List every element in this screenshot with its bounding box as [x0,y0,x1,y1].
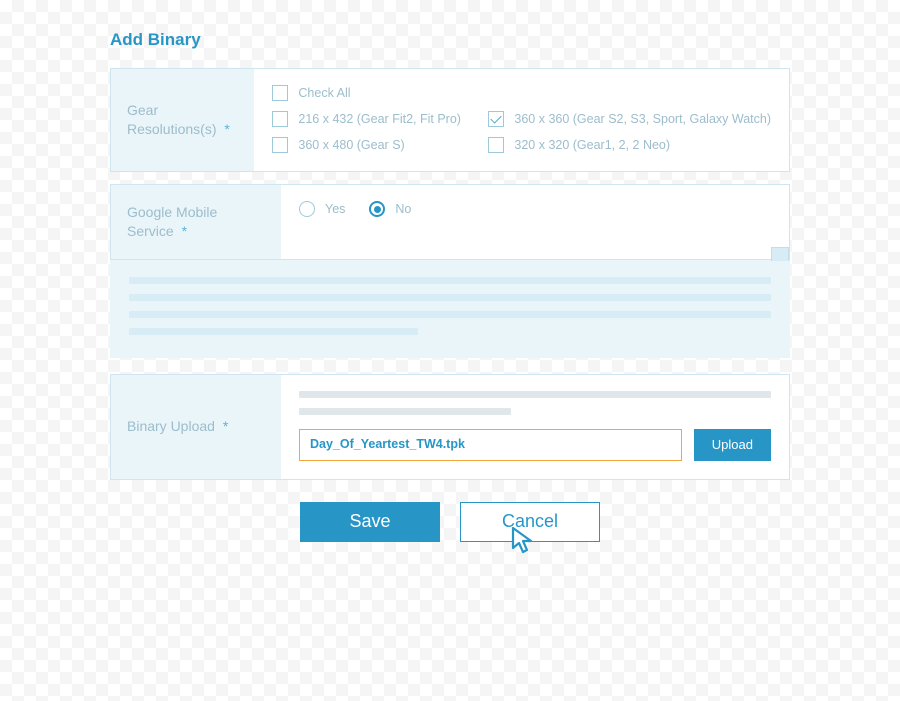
radio-gms-yes[interactable]: Yes [299,201,345,217]
label-gear-resolutions: Gear Resolutions(s) * [111,69,254,171]
panel-binary-upload: Binary Upload * Day_Of_Yeartest_TW4.tpk … [110,374,790,480]
checkbox-resolution-216x432[interactable]: 216 x 432 (Gear Fit2, Fit Pro) [272,111,472,127]
checkbox-label: 360 x 360 (Gear S2, S3, Sport, Galaxy Wa… [514,112,771,126]
label-binary-upload: Binary Upload * [111,375,281,479]
checkbox-icon [272,111,288,127]
panel-gear-resolutions: Gear Resolutions(s) * Check All 216 x 43… [110,68,790,172]
checkbox-icon [488,111,504,127]
checkbox-icon [488,137,504,153]
checkbox-resolution-360x360[interactable]: 360 x 360 (Gear S2, S3, Sport, Galaxy Wa… [488,111,771,127]
upload-button[interactable]: Upload [694,429,771,461]
radio-icon [369,201,385,217]
info-placeholder [110,260,790,358]
radio-gms-no[interactable]: No [369,201,411,217]
panel-google-mobile-service: Google Mobile Service * Yes No [110,184,790,260]
label-google-mobile-service: Google Mobile Service * [111,185,281,259]
radio-label: Yes [325,202,345,216]
checkbox-resolution-360x480[interactable]: 360 x 480 (Gear S) [272,137,472,153]
checkbox-label: 216 x 432 (Gear Fit2, Fit Pro) [298,112,461,126]
checkbox-label: 360 x 480 (Gear S) [298,138,404,152]
radio-label: No [395,202,411,216]
checkbox-label: Check All [298,86,350,100]
page-title: Add Binary [110,30,790,50]
checkbox-label: 320 x 320 (Gear1, 2, 2 Neo) [514,138,670,152]
checkbox-icon [272,137,288,153]
footer-actions: Save Cancel [110,502,790,542]
checkbox-resolution-320x320[interactable]: 320 x 320 (Gear1, 2, 2 Neo) [488,137,771,153]
cancel-button[interactable]: Cancel [460,502,600,542]
binary-filename-input[interactable]: Day_Of_Yeartest_TW4.tpk [299,429,682,461]
checkbox-check-all[interactable]: Check All [272,85,771,101]
radio-icon [299,201,315,217]
save-button[interactable]: Save [300,502,440,542]
info-tab-icon [771,247,789,261]
checkbox-icon [272,85,288,101]
